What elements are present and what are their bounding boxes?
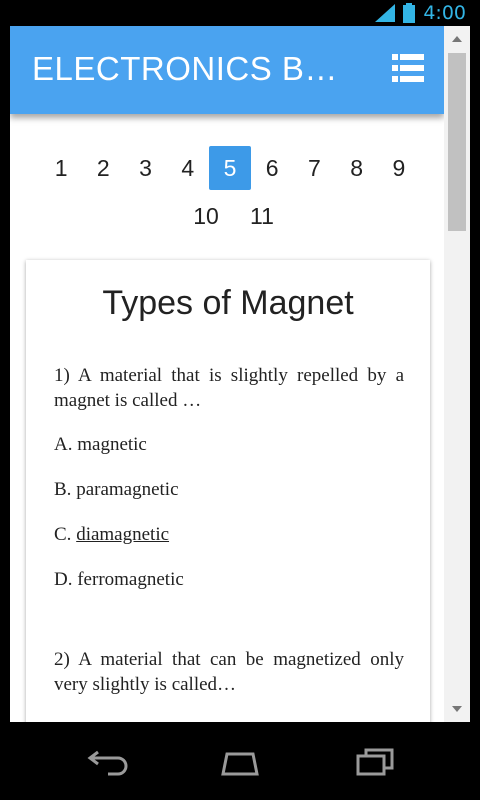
app-title: ELECTRONICS B…	[32, 50, 338, 87]
scrollbar[interactable]	[444, 26, 470, 722]
page-row-1: 1 2 3 4 5 6 7 8 9	[40, 146, 420, 190]
question-1-text: 1) A material that is slightly repelled …	[54, 365, 404, 411]
option-letter: C.	[54, 524, 72, 545]
page-row-2: 10 11	[185, 194, 420, 238]
scroll-up-arrow-icon[interactable]	[452, 36, 462, 42]
system-nav-bar	[0, 726, 480, 800]
option-letter: D.	[54, 569, 73, 590]
option-text: ferromagnetic	[77, 569, 184, 590]
page-2-button[interactable]: 2	[82, 146, 124, 190]
option-text-correct-answer: diamagnetic	[76, 524, 170, 545]
option-text: paramagnetic	[76, 479, 179, 500]
back-icon[interactable]	[86, 744, 132, 780]
page-9-button[interactable]: 9	[378, 146, 420, 190]
status-time: 4:00	[423, 2, 466, 24]
app-window: ELECTRONICS B… 1 2 3 4 5 6 7 8 9 10 11 T…	[10, 26, 470, 722]
home-icon[interactable]	[217, 744, 263, 780]
battery-icon	[403, 3, 416, 23]
status-bar: 4:00	[0, 0, 480, 25]
page-11-button[interactable]: 11	[241, 194, 283, 238]
page-4-button[interactable]: 4	[167, 146, 209, 190]
question-1-option-d[interactable]: D. ferromagnetic	[54, 567, 430, 593]
option-text: magnetic	[77, 434, 147, 455]
page-6-button[interactable]: 6	[251, 146, 293, 190]
question-2-text: 2) A material that can be magnetized onl…	[54, 649, 404, 695]
signal-icon	[375, 4, 396, 22]
page-5-button-active[interactable]: 5	[208, 146, 252, 190]
page-1-button[interactable]: 1	[40, 146, 82, 190]
page-8-button[interactable]: 8	[336, 146, 378, 190]
page-10-button[interactable]: 10	[185, 194, 227, 238]
question-1-option-a[interactable]: A. magnetic	[54, 432, 430, 458]
question-1-option-c[interactable]: C. diamagnetic	[54, 522, 430, 548]
scroll-down-arrow-icon[interactable]	[452, 706, 462, 712]
question-1-option-b[interactable]: B. paramagnetic	[54, 477, 430, 503]
page-3-button[interactable]: 3	[124, 146, 166, 190]
quiz-card: Types of Magnet 1) A material that is sl…	[26, 260, 430, 722]
scrollbar-thumb[interactable]	[448, 53, 466, 231]
recents-icon[interactable]	[352, 744, 398, 780]
quiz-title: Types of Magnet	[102, 284, 354, 322]
app-bar: ELECTRONICS B…	[10, 26, 444, 114]
list-icon[interactable]	[392, 54, 424, 82]
page-selector: 1 2 3 4 5 6 7 8 9 10 11	[40, 146, 420, 238]
option-letter: A.	[54, 434, 73, 455]
page-7-button[interactable]: 7	[293, 146, 335, 190]
status-icons: 4:00	[375, 2, 466, 24]
option-letter: B.	[54, 479, 72, 500]
